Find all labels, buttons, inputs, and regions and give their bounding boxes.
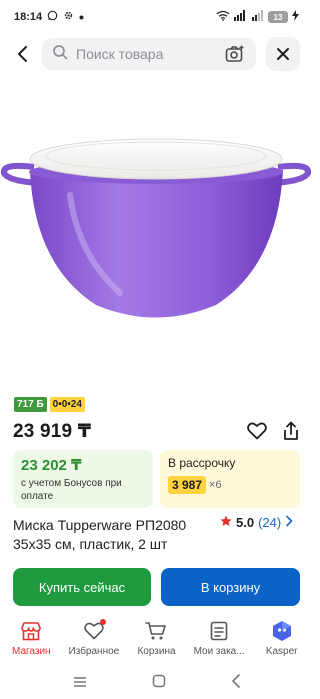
- camera-search-button[interactable]: [224, 43, 246, 65]
- product-image[interactable]: [0, 125, 313, 335]
- installment-times: ×6: [209, 479, 222, 491]
- status-right: 13: [216, 10, 299, 24]
- camera-icon: [225, 45, 244, 62]
- close-button[interactable]: [266, 37, 300, 71]
- notification-dot-icon: [79, 11, 84, 23]
- share-button[interactable]: [279, 419, 303, 443]
- cart-icon: [145, 620, 167, 642]
- badges: 717 Б 0•0•24: [14, 397, 85, 412]
- bonus-price: 23 202 ₸: [21, 457, 82, 474]
- kasper-icon: [271, 620, 293, 642]
- status-bar: 18:14 13: [0, 0, 313, 34]
- rating-value: 5.0: [236, 515, 255, 530]
- product-title: Миска Tupperware РП2080 35х35 см, пласти…: [13, 517, 187, 552]
- battery-indicator: 13: [268, 11, 288, 23]
- installment-amount: 3 987: [168, 476, 207, 494]
- signal-2-icon: [252, 10, 264, 24]
- installment-offer-card[interactable]: В рассрочку 3 987 ×6: [160, 450, 300, 508]
- nav-item-cart[interactable]: Корзина: [125, 614, 188, 664]
- favorites-notification-dot: [99, 619, 106, 625]
- star-icon: [220, 515, 232, 530]
- nav-label-cart: Корзина: [137, 646, 176, 657]
- search-box[interactable]: [42, 38, 256, 70]
- nav-item-favorites[interactable]: Избранное: [63, 614, 126, 664]
- recent-apps-icon[interactable]: [73, 675, 87, 693]
- close-icon: [277, 48, 289, 60]
- search-header: [0, 36, 313, 72]
- search-input[interactable]: [76, 46, 206, 62]
- installment-title: В рассрочку: [168, 456, 236, 470]
- system-nav: [0, 668, 313, 699]
- nav-item-orders[interactable]: Мои зака...: [188, 614, 251, 664]
- bottom-nav: Магазин Избранное Корзина Мои зака... Ka…: [0, 614, 313, 664]
- buy-now-button[interactable]: Купить сейчас: [13, 568, 151, 606]
- installment-row: 3 987 ×6: [168, 476, 292, 494]
- signal-icon: [234, 10, 248, 24]
- nav-label-orders: Мои зака...: [193, 646, 245, 657]
- back-nav-icon[interactable]: [231, 674, 241, 693]
- wifi-icon: [216, 10, 230, 24]
- orders-icon: [208, 620, 230, 642]
- product-price: 23 919 ₸: [13, 420, 92, 442]
- bonus-offer-card[interactable]: 23 202 ₸ с учетом Бонусов при оплате: [13, 450, 153, 508]
- price-row: 23 919 ₸: [13, 418, 303, 444]
- nav-item-kasper[interactable]: Kasper: [250, 614, 313, 664]
- chevron-left-icon: [18, 46, 27, 62]
- whatsapp-icon: [47, 10, 58, 24]
- rating[interactable]: 5.0 (24): [220, 515, 293, 530]
- home-icon[interactable]: [152, 674, 166, 693]
- share-icon: [284, 421, 298, 440]
- bonus-note: с учетом Бонусов при оплате: [21, 478, 122, 502]
- installment-badge: 0•0•24: [49, 397, 85, 412]
- cashback-badge: 717 Б: [14, 397, 47, 412]
- store-icon: [20, 620, 42, 642]
- charging-icon: [292, 10, 299, 24]
- nav-label-favorites: Избранное: [68, 646, 120, 657]
- back-button[interactable]: [8, 39, 38, 69]
- chevron-right-icon: [285, 515, 293, 530]
- add-to-cart-button[interactable]: В корзину: [161, 568, 300, 606]
- gear-icon: [63, 10, 74, 24]
- nav-item-store[interactable]: Магазин: [0, 614, 63, 664]
- heart-icon: [247, 422, 267, 440]
- status-time: 18:14: [14, 11, 43, 23]
- nav-label-store: Магазин: [12, 646, 51, 657]
- status-left: 18:14: [14, 10, 84, 24]
- search-icon: [52, 44, 68, 65]
- favorite-button[interactable]: [245, 419, 269, 443]
- rating-count[interactable]: (24): [258, 515, 281, 530]
- nav-label-kasper: Kasper: [265, 646, 298, 657]
